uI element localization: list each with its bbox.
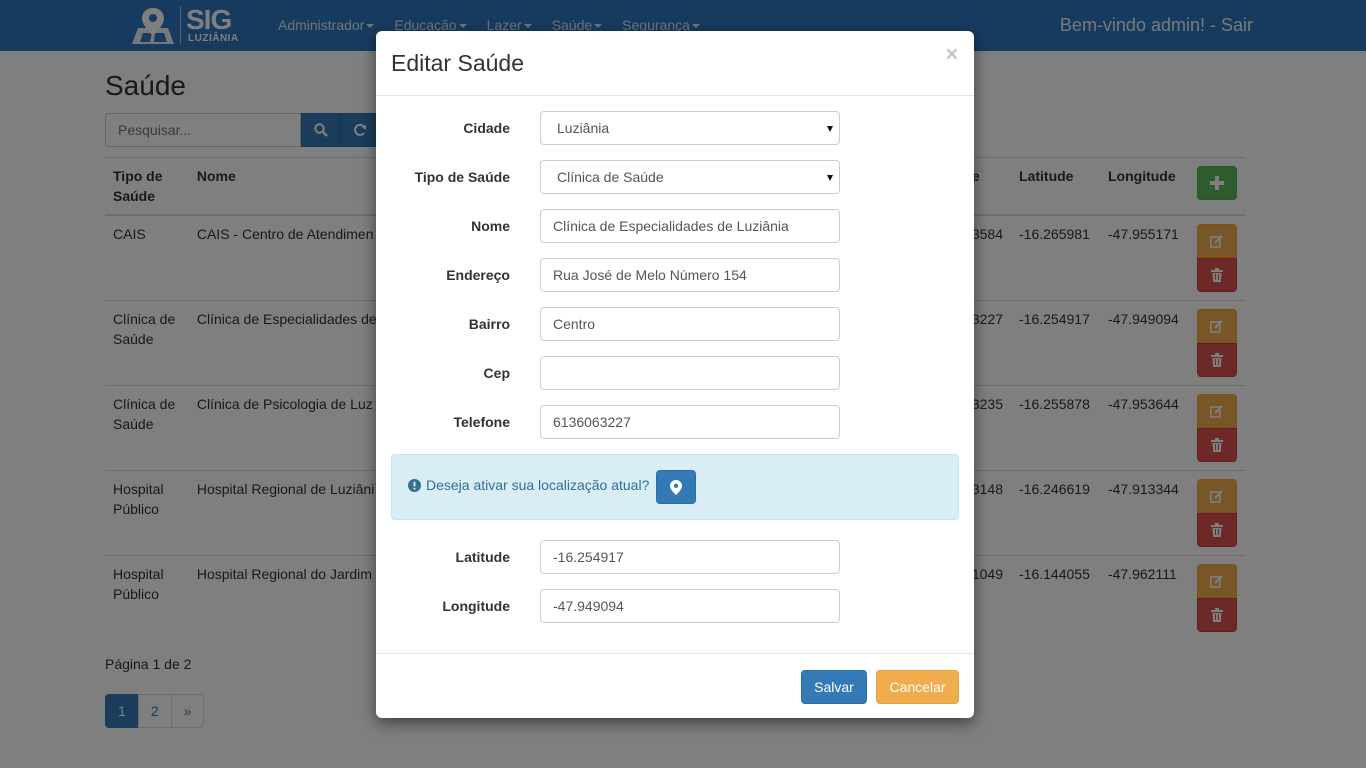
save-button[interactable]: Salvar — [801, 670, 867, 704]
form-row-cidade: Cidade Luziânia — [376, 111, 974, 145]
form-row-cep: Cep — [376, 356, 974, 390]
cidade-select-value: Luziânia — [557, 120, 610, 136]
telefone-label: Telefone — [453, 414, 510, 430]
bairro-field[interactable] — [540, 307, 840, 341]
form-row-telefone: Telefone — [376, 405, 974, 439]
endereco-field[interactable] — [540, 258, 840, 292]
exclamation-circle-icon — [408, 478, 421, 492]
telefone-field[interactable] — [540, 405, 840, 439]
bairro-label: Bairro — [468, 316, 510, 332]
modal-title: Editar Saúde — [391, 50, 524, 76]
tipo-select-value: Clínica de Saúde — [557, 169, 664, 185]
longitude-field[interactable] — [540, 589, 840, 623]
form-row-nome: Nome — [376, 209, 974, 243]
cancel-button[interactable]: Cancelar — [876, 670, 959, 704]
tipo-label: Tipo de Saúde — [414, 169, 510, 185]
dropdown-arrow-icon — [827, 175, 833, 181]
location-alert: Deseja ativar sua localização atual? — [391, 454, 959, 520]
form-row-longitude: Longitude — [376, 589, 974, 623]
endereco-label: Endereço — [446, 267, 510, 283]
get-location-button[interactable] — [656, 470, 696, 504]
latitude-label: Latitude — [455, 549, 510, 565]
form-row-tipo: Tipo de Saúde Clínica de Saúde — [376, 160, 974, 194]
modal-header: Editar Saúde × — [376, 31, 974, 96]
cidade-select[interactable]: Luziânia — [540, 111, 840, 145]
modal-footer: Salvar Cancelar — [376, 653, 974, 718]
map-marker-icon — [670, 479, 682, 495]
nome-label: Nome — [471, 218, 510, 234]
form-row-latitude: Latitude — [376, 540, 974, 574]
latitude-field[interactable] — [540, 540, 840, 574]
cep-field[interactable] — [540, 356, 840, 390]
close-icon[interactable]: × — [946, 43, 958, 67]
cidade-label: Cidade — [463, 120, 510, 136]
form-row-bairro: Bairro — [376, 307, 974, 341]
longitude-label: Longitude — [442, 598, 510, 614]
edit-saude-modal: Editar Saúde × Cidade Luziânia Tipo de S… — [376, 31, 974, 718]
tipo-select[interactable]: Clínica de Saúde — [540, 160, 840, 194]
dropdown-arrow-icon — [827, 126, 833, 132]
cep-label: Cep — [483, 365, 510, 381]
location-alert-label: Deseja ativar sua localização atual? — [426, 477, 650, 493]
nome-field[interactable] — [540, 209, 840, 243]
location-alert-text: Deseja ativar sua localização atual? — [408, 477, 649, 493]
form-row-endereco: Endereço — [376, 258, 974, 292]
